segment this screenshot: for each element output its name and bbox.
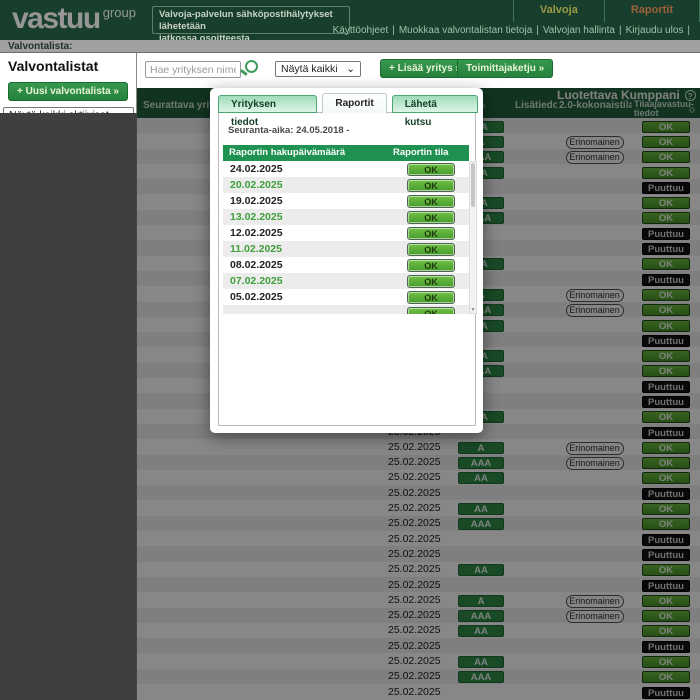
report-date-column-header: Raportin hakupäivämäärä — [223, 145, 393, 161]
report-row: OK — [223, 305, 469, 314]
report-table-header: Raportin hakupäivämäärä Raportin tila — [223, 145, 469, 161]
report-ok-button[interactable]: OK — [407, 291, 455, 304]
report-row: 07.02.2025 OK — [223, 273, 469, 289]
header-link[interactable]: Kirjaudu ulos — [626, 25, 684, 36]
report-date: 24.02.2025 — [223, 163, 393, 175]
modal-tab-l-het-kutsu[interactable]: Lähetä kutsu — [392, 95, 478, 113]
vastuu-group-logo: vastuugroup — [12, 2, 136, 36]
app-header: vastuugroup Valvoja-palvelun sähköpostih… — [0, 0, 700, 40]
report-row: 05.02.2025 OK — [223, 289, 469, 305]
notification-line1: Valvoja-palvelun sähköpostihälytykset lä… — [159, 9, 343, 33]
modal-tab-yrityksen-tiedot[interactable]: Yrityksen tiedot — [218, 95, 317, 113]
report-ok-button[interactable]: OK — [407, 307, 455, 314]
report-ok-button[interactable]: OK — [407, 195, 455, 208]
header-link[interactable]: Käyttöohjeet — [333, 25, 389, 36]
report-date: 08.02.2025 — [223, 259, 393, 271]
header-links: Käyttöohjeet|Muokkaa valvontalistan tiet… — [333, 25, 694, 36]
modal-panel: Seuranta-aika: 24.05.2018 - Raportin hak… — [218, 112, 476, 426]
header-link[interactable]: Muokkaa valvontalistan tietoja — [399, 25, 532, 36]
chevron-down-icon: ⌄ — [346, 63, 355, 75]
nav-tab-valvoja[interactable]: Valvoja — [513, 0, 604, 22]
report-date: 19.02.2025 — [223, 195, 393, 207]
nav-tab-raportit[interactable]: Raportit — [604, 0, 700, 22]
show-filter-select[interactable]: Näytä kaikki ⌄ — [275, 61, 361, 77]
report-status-column-header: Raportin tila — [393, 145, 469, 161]
scrollbar-thumb[interactable] — [471, 163, 475, 207]
report-date: 05.02.2025 — [223, 291, 393, 303]
report-ok-button[interactable]: OK — [407, 211, 455, 224]
report-ok-button[interactable]: OK — [407, 259, 455, 272]
sidebar-title: Valvontalistat — [8, 58, 128, 74]
report-row: 19.02.2025 OK — [223, 193, 469, 209]
valvontalista-label: Valvontalista: — [8, 41, 72, 52]
report-list: 24.02.2025OK20.02.2025OK19.02.2025OK13.0… — [223, 161, 477, 314]
link-separator: | — [392, 25, 395, 36]
link-separator: | — [619, 25, 622, 36]
report-date: 20.02.2025 — [223, 179, 393, 191]
report-ok-button[interactable]: OK — [407, 243, 455, 256]
toolbar: Näytä kaikki ⌄ + Lisää yritys » Toimitta… — [137, 53, 700, 88]
report-ok-button[interactable]: OK — [407, 227, 455, 240]
report-date: 11.02.2025 — [223, 243, 393, 255]
report-ok-button[interactable]: OK — [407, 179, 455, 192]
report-row: 08.02.2025 OK — [223, 257, 469, 273]
app-screen: vastuugroup Valvoja-palvelun sähköpostih… — [0, 0, 700, 700]
modal-backdrop[interactable] — [0, 113, 137, 700]
top-nav-tabs: ValvojaRaportit — [513, 0, 700, 22]
report-row: 24.02.2025 OK — [223, 161, 469, 177]
report-row: 11.02.2025 OK — [223, 241, 469, 257]
report-row: 12.02.2025 OK — [223, 225, 469, 241]
supplier-chain-button[interactable]: Toimittajaketju » — [457, 59, 553, 78]
modal-tabs: Yrityksen tiedot Raportit Lähetä kutsu — [218, 93, 483, 113]
logo-brand-text: vastuu — [12, 2, 100, 35]
valvontalista-bar: Valvontalista: — [0, 40, 700, 53]
report-date: 13.02.2025 — [223, 211, 393, 223]
report-ok-button[interactable]: OK — [407, 163, 455, 176]
notification-banner: Valvoja-palvelun sähköpostihälytykset lä… — [152, 6, 350, 34]
link-separator: | — [687, 25, 690, 36]
logo-suffix-text: group — [103, 5, 136, 20]
search-input[interactable] — [145, 61, 241, 78]
link-separator: | — [536, 25, 539, 36]
report-rows: 24.02.2025OK20.02.2025OK19.02.2025OK13.0… — [223, 161, 477, 314]
report-date: 07.02.2025 — [223, 275, 393, 287]
header-link[interactable]: Valvojan hallinta — [543, 25, 615, 36]
report-row: 13.02.2025 OK — [223, 209, 469, 225]
report-status-cell: OK — [393, 304, 469, 314]
scrollbar[interactable]: ▼ — [469, 161, 477, 314]
monitoring-period-label: Seuranta-aika: 24.05.2018 - — [228, 125, 475, 136]
show-filter-value: Näytä kaikki — [281, 63, 338, 75]
company-report-modal: Yrityksen tiedot Raportit Lähetä kutsu Seu… — [210, 88, 483, 433]
scroll-down-arrow-icon[interactable]: ▼ — [470, 307, 476, 313]
new-list-button[interactable]: + Uusi valvontalista » — [8, 82, 128, 101]
modal-tab-raportit[interactable]: Raportit — [322, 93, 386, 114]
search-icon[interactable] — [245, 60, 258, 73]
report-row: 20.02.2025 OK — [223, 177, 469, 193]
report-date: 12.02.2025 — [223, 227, 393, 239]
report-ok-button[interactable]: OK — [407, 275, 455, 288]
